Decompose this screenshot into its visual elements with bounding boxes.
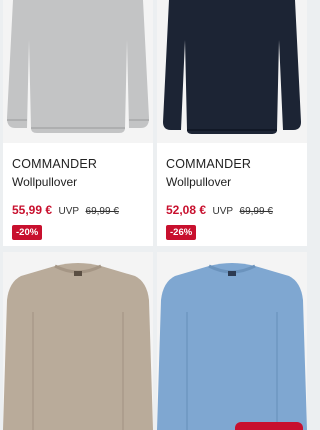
product-grid: COMMANDER Wollpullover 55,99 € UVP 69,99… [0, 0, 310, 430]
product-image[interactable] [3, 0, 153, 143]
sale-price: 55,99 € [12, 203, 53, 217]
floating-action-button[interactable] [235, 422, 303, 430]
product-card[interactable] [157, 252, 307, 430]
discount-badge: -20% [12, 225, 43, 240]
product-card[interactable]: COMMANDER Wollpullover 52,08 € UVP 69,99… [157, 0, 307, 246]
uvp-label: UVP [58, 206, 80, 217]
uvp-label: UVP [212, 206, 234, 217]
sale-price: 52,08 € [166, 203, 207, 217]
product-image[interactable] [157, 252, 307, 430]
product-name: Wollpullover [12, 175, 78, 189]
product-image[interactable] [3, 252, 153, 430]
original-price: 69,99 € [239, 206, 273, 217]
product-name: Wollpullover [166, 175, 232, 189]
product-card[interactable]: COMMANDER Wollpullover 55,99 € UVP 69,99… [3, 0, 153, 246]
product-brand: COMMANDER [166, 157, 252, 171]
discount-badge: -26% [166, 225, 197, 240]
product-brand: COMMANDER [12, 157, 98, 171]
product-image[interactable] [157, 0, 307, 143]
original-price: 69,99 € [85, 206, 119, 217]
product-card[interactable] [3, 252, 153, 430]
